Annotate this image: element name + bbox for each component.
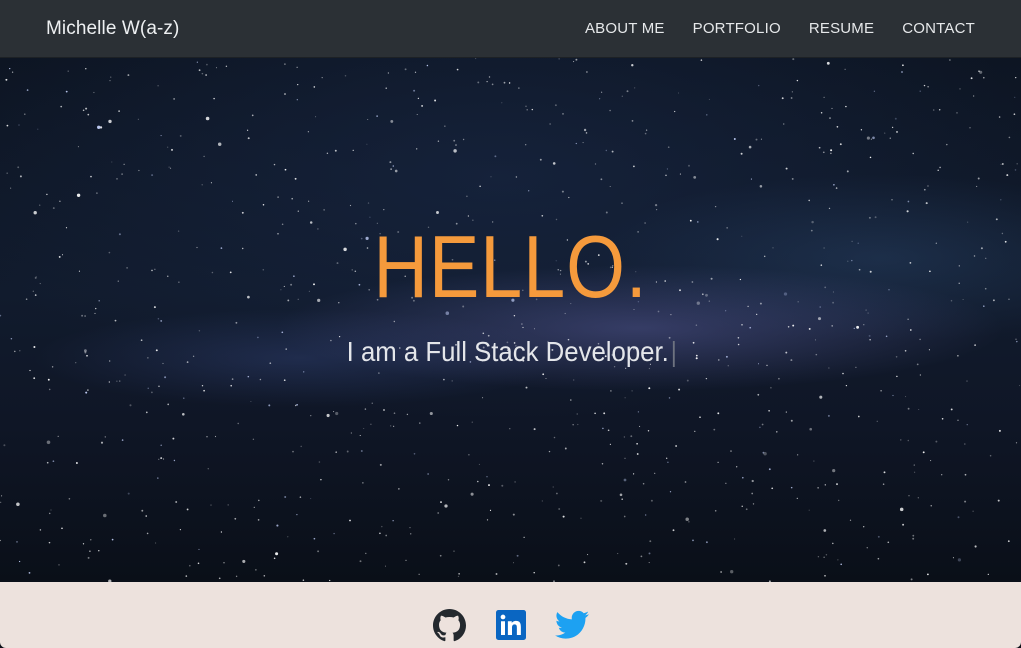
twitter-link[interactable] <box>555 608 589 642</box>
linkedin-icon <box>496 610 526 640</box>
typing-cursor <box>672 340 675 367</box>
nav-link-about-me[interactable]: ABOUT ME <box>585 20 665 37</box>
brand-link[interactable]: Michelle W(a-z) <box>46 18 179 40</box>
nav-link-resume[interactable]: RESUME <box>809 20 874 37</box>
nav-links: ABOUT ME PORTFOLIO RESUME CONTACT <box>585 20 975 37</box>
hero-title: HELLO. <box>373 217 648 316</box>
footer <box>0 582 1021 648</box>
nav-link-contact[interactable]: CONTACT <box>902 20 975 37</box>
linkedin-link[interactable] <box>494 608 528 642</box>
twitter-icon <box>555 610 589 639</box>
hero-section: HELLO. I am a Full Stack Developer. <box>0 58 1021 582</box>
navbar: Michelle W(a-z) ABOUT ME PORTFOLIO RESUM… <box>0 0 1021 58</box>
hero-subtitle-text: I am a Full Stack Developer. <box>346 336 669 367</box>
page: Michelle W(a-z) ABOUT ME PORTFOLIO RESUM… <box>0 0 1021 648</box>
starfield-background <box>0 58 1021 582</box>
github-link[interactable] <box>432 608 466 642</box>
github-icon <box>432 608 466 641</box>
nav-link-portfolio[interactable]: PORTFOLIO <box>693 20 781 37</box>
hero-subtitle: I am a Full Stack Developer. <box>41 336 980 368</box>
